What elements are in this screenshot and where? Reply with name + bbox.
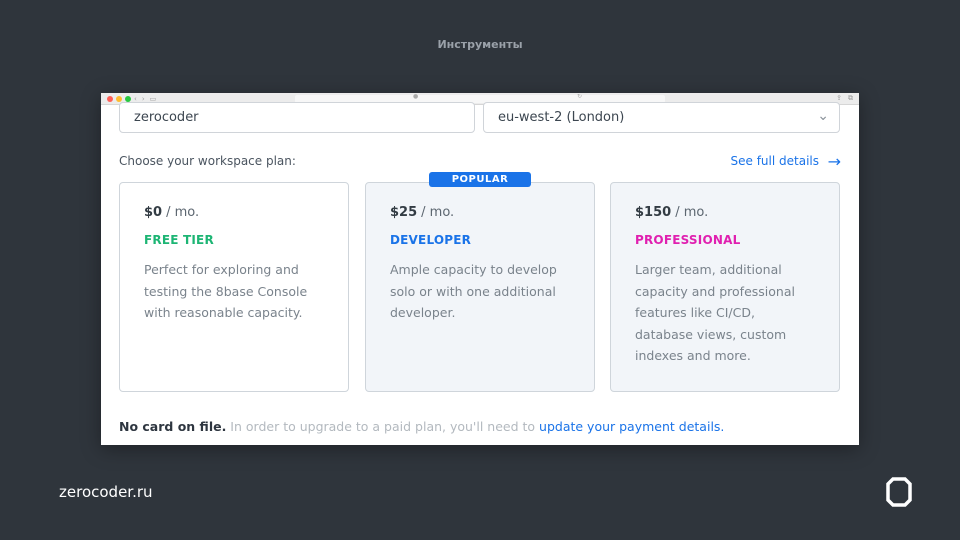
plan-tier: FREE TIER (144, 233, 214, 247)
arrow-right-icon[interactable]: → (828, 152, 841, 171)
plan-description: Ample capacity to develop solo or with o… (390, 262, 557, 320)
slide-header: Инструменты (437, 38, 523, 51)
plan-card-professional[interactable]: $150/ mo. PROFESSIONAL Larger team, addi… (610, 182, 840, 392)
payment-note: No card on file. In order to upgrade to … (119, 419, 841, 434)
see-full-details-link[interactable]: See full details (731, 154, 820, 168)
footer-url: zerocoder.ru (59, 483, 153, 501)
reload-icon[interactable]: ↻ (577, 94, 582, 100)
plan-tier: PROFESSIONAL (635, 233, 741, 247)
plan-card-developer[interactable]: $25/ mo. DEVELOPER Ample capacity to dev… (365, 182, 595, 392)
region-value: eu-west-2 (London) (498, 110, 625, 125)
note-text: In order to upgrade to a paid plan, you'… (226, 419, 540, 434)
lock-icon: ● (413, 93, 419, 100)
popular-badge: POPULAR (429, 172, 531, 187)
chevron-down-icon: ⌄ (817, 108, 829, 124)
plan-price: $25/ mo. (390, 205, 455, 220)
plan-price: $150/ mo. (635, 205, 709, 220)
plan-label: Choose your workspace plan: (119, 154, 296, 168)
plan-description: Perfect for exploring and testing the 8b… (144, 262, 308, 320)
zerocoder-logo-icon (886, 477, 912, 507)
plan-description: Larger team, additional capacity and pro… (635, 262, 795, 363)
plan-price: $0/ mo. (144, 205, 200, 220)
note-bold: No card on file. (119, 419, 227, 434)
plan-cards: $0/ mo. FREE TIER Perfect for exploring … (119, 172, 841, 392)
plan-tier: DEVELOPER (390, 233, 472, 247)
inputs-row: zerocoder eu-west-2 (London) ⌄ (119, 102, 841, 133)
plan-card-free[interactable]: $0/ mo. FREE TIER Perfect for exploring … (119, 182, 349, 392)
workspace-form: zerocoder eu-west-2 (London) ⌄ Choose yo… (101, 102, 859, 434)
region-select[interactable]: eu-west-2 (London) ⌄ (483, 102, 840, 133)
update-payment-link[interactable]: update your payment details. (539, 419, 724, 434)
browser-window: ‹ › ▭ ● ↻ ⇪ ⧉ zerocoder eu-west-2 (Londo… (101, 93, 859, 445)
workspace-name-input[interactable]: zerocoder (119, 102, 475, 133)
plan-header: Choose your workspace plan: See full det… (119, 152, 841, 172)
